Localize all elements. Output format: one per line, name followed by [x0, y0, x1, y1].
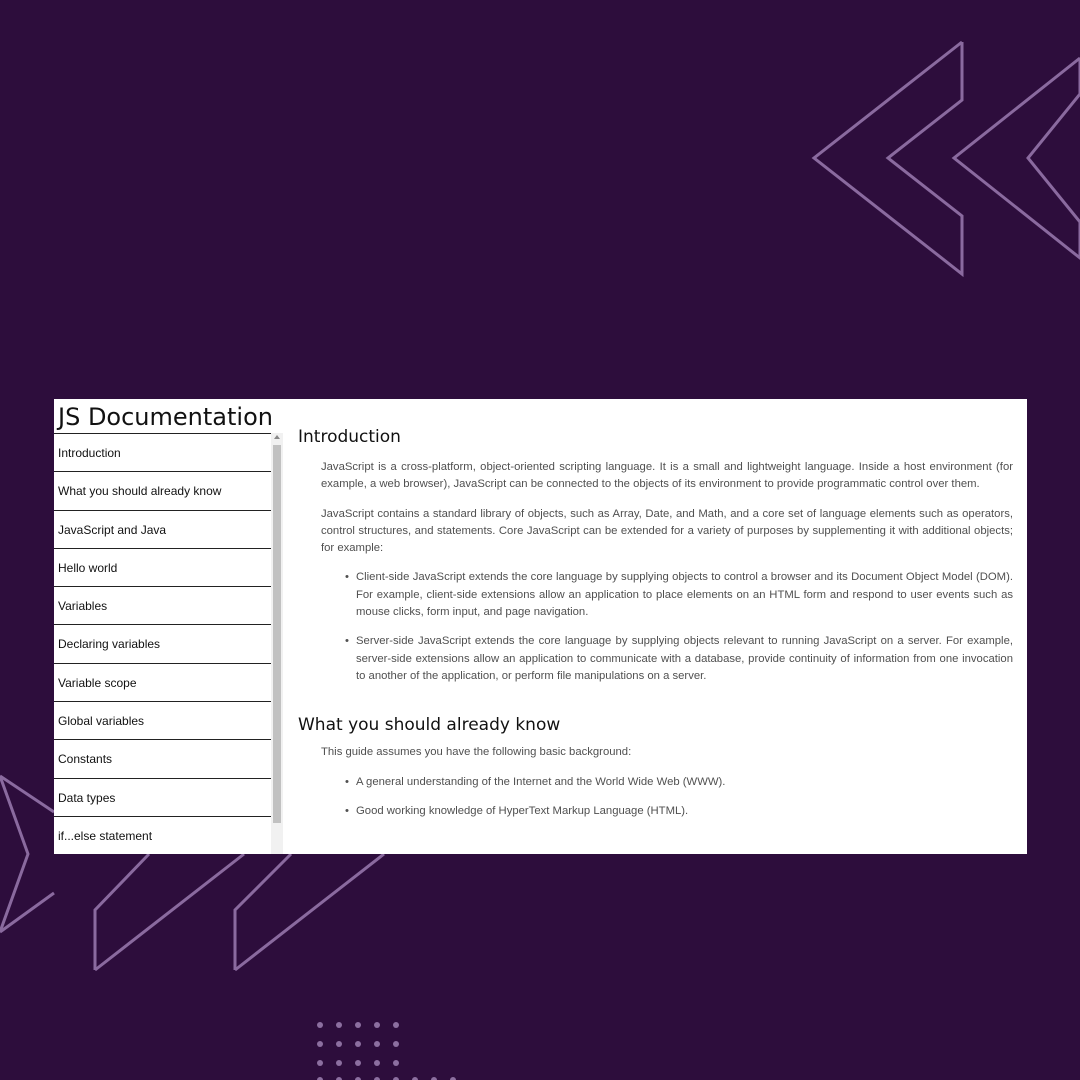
decoration-dot [393, 1041, 399, 1047]
nav-link-global-variables[interactable]: Global variables [54, 701, 271, 739]
nav-link-data-types[interactable]: Data types [54, 777, 271, 816]
bullet-list: Client-side JavaScript extends the core … [298, 569, 1013, 685]
decoration-dot [317, 1060, 323, 1066]
scrollbar-thumb[interactable] [273, 445, 281, 823]
decoration-dot [355, 1041, 361, 1047]
decoration-dot [393, 1022, 399, 1028]
list-item: Good working knowledge of HyperText Mark… [345, 803, 1013, 821]
decoration-dot [336, 1060, 342, 1066]
nav-link-javascript-and-java[interactable]: JavaScript and Java [54, 509, 271, 548]
main-content: Introduction JavaScript is a cross-platf… [298, 427, 1013, 820]
decoration-dot [374, 1041, 380, 1047]
section-introduction: Introduction JavaScript is a cross-platf… [298, 427, 1013, 685]
decoration-dot [374, 1060, 380, 1066]
list-item: Client-side JavaScript extends the core … [345, 569, 1013, 621]
nav-link-constants[interactable]: Constants [54, 739, 271, 777]
chevron-left-icon [811, 40, 964, 278]
nav-link-introduction[interactable]: Introduction [54, 433, 271, 471]
list-item: Server-side JavaScript extends the core … [345, 633, 1013, 685]
slanted-line-shape [94, 852, 245, 972]
list-item: A general understanding of the Internet … [345, 774, 1013, 792]
nav-link-declaring-variables[interactable]: Declaring variables [54, 624, 271, 662]
bullet-list: A general understanding of the Internet … [298, 774, 1013, 821]
nav-link-hello-world[interactable]: Hello world [54, 547, 271, 586]
slanted-line-shape [93, 852, 151, 970]
paragraph: This guide assumes you have the followin… [321, 746, 632, 759]
nav-link-if-else-statement[interactable]: if...else statement [54, 815, 271, 854]
section-what-you-should-already-know: What you should already know This guide … [298, 715, 1013, 820]
section-title: What you should already know [298, 715, 561, 736]
decoration-dot [317, 1022, 323, 1028]
chevron-right-icon [0, 774, 55, 814]
paragraph: JavaScript contains a standard library o… [321, 507, 1013, 555]
scroll-up-arrow-icon[interactable] [274, 435, 280, 439]
nav-link-variable-scope[interactable]: Variable scope [54, 662, 271, 701]
sidebar-nav: JS Documentation Introduction What you s… [54, 399, 284, 854]
slanted-line-shape [233, 852, 293, 970]
decoration-dot [336, 1041, 342, 1047]
chevron-right-icon [0, 775, 30, 933]
nav-link-what-you-should-already-know[interactable]: What you should already know [54, 471, 271, 509]
paragraph: JavaScript is a cross-platform, object-o… [321, 461, 1013, 491]
decoration-dot [374, 1022, 380, 1028]
nav-link-variables[interactable]: Variables [54, 586, 271, 624]
section-title: Introduction [298, 427, 401, 447]
decoration-dot [355, 1022, 361, 1028]
dot-grid-decoration [317, 1022, 456, 1080]
docs-screenshot: JS Documentation Introduction What you s… [54, 399, 1027, 854]
chevron-left-icon [951, 56, 1080, 260]
slanted-line-shape [234, 852, 385, 972]
sidebar-scrollbar[interactable] [271, 433, 283, 854]
sidebar-title: JS Documentation [58, 403, 273, 431]
decoration-dot [355, 1060, 361, 1066]
decoration-dot [336, 1022, 342, 1028]
decoration-dot [393, 1060, 399, 1066]
nav-list: Introduction What you should already kno… [54, 433, 271, 854]
decoration-dot [317, 1041, 323, 1047]
